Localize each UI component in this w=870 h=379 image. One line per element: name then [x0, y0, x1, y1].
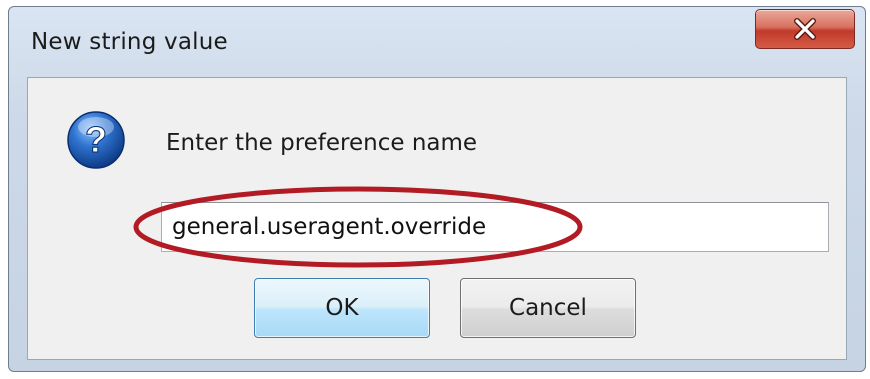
dialog-body: ? Enter the preference name OK Cancel [27, 77, 847, 360]
close-button[interactable] [755, 9, 855, 49]
dialog-title: New string value [31, 29, 228, 55]
preference-name-input[interactable] [161, 202, 829, 252]
prompt-label: Enter the preference name [166, 130, 478, 156]
close-icon [794, 18, 816, 40]
dialog-window: New string value ? Enter the preference … [8, 6, 866, 372]
title-bar: New string value [9, 7, 865, 77]
svg-text:?: ? [85, 119, 107, 160]
cancel-button[interactable]: Cancel [460, 278, 636, 338]
question-icon: ? [67, 111, 125, 169]
ok-button[interactable]: OK [254, 278, 430, 338]
